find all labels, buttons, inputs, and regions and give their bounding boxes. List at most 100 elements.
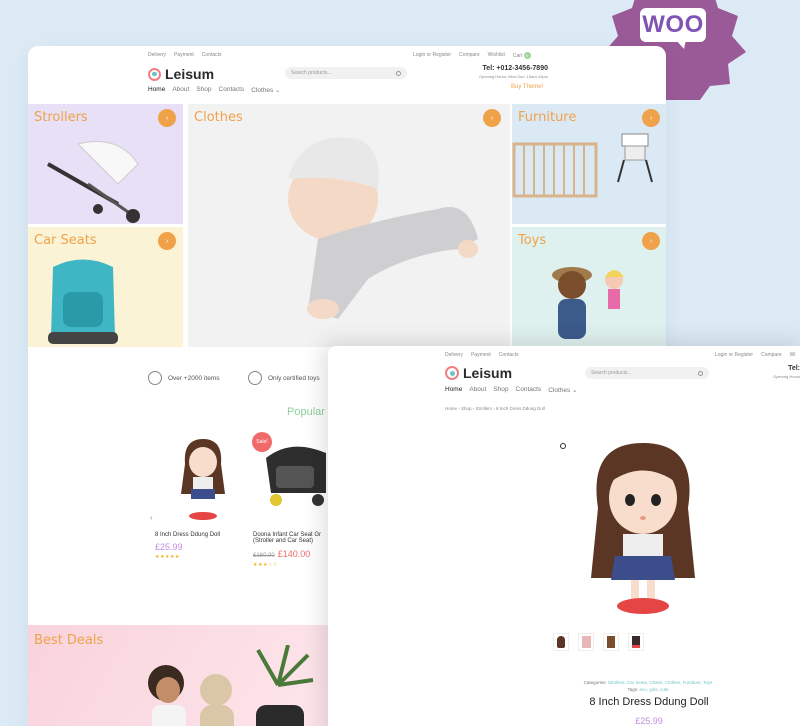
tile-furniture-arrow-icon[interactable]: › [642, 109, 660, 127]
tile-clothes[interactable]: Clothes › [188, 104, 510, 347]
tile-furniture[interactable]: Furniture › [512, 104, 666, 224]
compare-link[interactable]: Compare [761, 352, 782, 358]
phone-number: Tel: [788, 365, 800, 372]
tile-car-seats-arrow-icon[interactable]: › [158, 232, 176, 250]
logo-icon [148, 67, 161, 81]
product-categories: Categories: Strollers, Car Seats, Chairs… [518, 680, 778, 685]
doll-thumbnail[interactable] [173, 434, 233, 524]
logo[interactable]: Leisum [445, 365, 512, 381]
tile-strollers-arrow-icon[interactable]: › [158, 109, 176, 127]
best-deals-banner[interactable]: Best Deals [28, 625, 328, 726]
tile-strollers[interactable]: Strollers › [28, 104, 183, 224]
search-placeholder: Search products... [291, 70, 332, 76]
main-nav: Home About Shop Contacts Clothes ⌄ [445, 386, 578, 394]
product-title: 8 Inch Dress Ddung Doll [589, 696, 709, 708]
woo-bubble-tail [676, 40, 686, 49]
product-thumbnail[interactable] [628, 633, 644, 651]
feature-items: Over +2000 items [148, 371, 219, 385]
nav-clothes-label: Clothes [548, 387, 571, 394]
tile-clothes-arrow-icon[interactable]: › [483, 109, 501, 127]
chevron-down-icon: ⌄ [572, 387, 578, 394]
nav-contacts[interactable]: Contacts [219, 86, 245, 94]
topbar-account: Login or Register Compare Wishlist Cart … [413, 52, 531, 59]
logo-text: Leisum [463, 365, 513, 381]
search-input[interactable]: Search products... [585, 367, 709, 379]
compare-link[interactable]: Compare [459, 52, 480, 59]
wishlist-link[interactable]: Wi [790, 352, 796, 358]
search-icon[interactable] [396, 70, 401, 76]
categories-links[interactable]: Strollers, Car Seats, Chairs, Clothes, F… [608, 680, 712, 685]
nav-home[interactable]: Home [148, 86, 165, 94]
buy-theme-link[interactable]: Buy Theme! [511, 84, 543, 90]
phone-number: Tel: +012-3456-7890 [482, 65, 548, 72]
topbar-links: Delivery Payment Contacts [148, 52, 222, 58]
topbar-delivery[interactable]: Delivery [445, 352, 463, 358]
search-icon[interactable] [698, 370, 703, 376]
tile-clothes-label: Clothes [194, 110, 243, 125]
logo[interactable]: Leisum [148, 66, 214, 82]
opening-hours: Opening Hours [773, 374, 800, 379]
stroller-image [47, 141, 140, 223]
nav-about[interactable]: About [172, 86, 189, 94]
nav-home[interactable]: Home [445, 386, 462, 394]
tile-furniture-label: Furniture [518, 110, 577, 125]
or-text: or [728, 352, 734, 358]
opening-hours: Opening Hours: Mon-Sun: 10am-10pm [479, 74, 548, 79]
badge-icon [248, 371, 262, 385]
product-thumbnail[interactable] [553, 633, 569, 651]
topbar-contacts[interactable]: Contacts [499, 352, 519, 358]
nav-shop[interactable]: Shop [196, 86, 211, 94]
nav-contacts[interactable]: Contacts [516, 386, 542, 394]
login-link[interactable]: Login [413, 52, 425, 58]
feature-certified-text: Only certified toys [268, 374, 320, 382]
bear-icon [148, 371, 162, 385]
tags-label: Tags: [627, 687, 639, 692]
zoom-icon[interactable] [560, 443, 566, 449]
product-rating: ★★★☆☆ [253, 562, 278, 568]
cart-count: 0 [523, 52, 531, 59]
tags-links[interactable]: eco, girls, cute [640, 687, 669, 692]
product-thumbnail[interactable] [578, 633, 594, 651]
product-name[interactable]: Doona Infant Car Seat Gr (Stroller and C… [253, 532, 333, 544]
search-input[interactable]: Search products... [285, 67, 407, 79]
cart-label: Cart [512, 53, 523, 59]
car-seat-thumbnail[interactable] [256, 438, 331, 513]
product-rating: ★★★★★ [155, 554, 180, 560]
nav-about[interactable]: About [469, 386, 486, 394]
cart-link[interactable]: Cart 0 [513, 52, 531, 59]
product-main-image[interactable] [583, 438, 703, 618]
best-deals-image [148, 645, 314, 726]
wishlist-link[interactable]: Wishlist [488, 52, 505, 59]
tile-toys[interactable]: Toys › [512, 227, 666, 347]
categories-label: Categories: [583, 680, 607, 685]
topbar-delivery[interactable]: Delivery [148, 52, 166, 58]
nav-clothes-label: Clothes [251, 87, 274, 94]
breadcrumb[interactable]: Home › Shop › Strollers › 8 Inch Dress D… [445, 406, 545, 411]
register-link[interactable]: Register [432, 52, 451, 58]
topbar-payment[interactable]: Payment [174, 52, 194, 58]
topbar-contacts[interactable]: Contacts [202, 52, 222, 58]
product-price: £160.00 £140.00 [253, 549, 310, 559]
front-topbar-account: Login or Register Compare Wi [715, 352, 796, 358]
product-thumbnail[interactable] [603, 633, 619, 651]
furniture-image [512, 133, 653, 198]
toys-image [552, 267, 624, 339]
logo-icon [445, 366, 459, 380]
register-link[interactable]: Register [734, 352, 753, 358]
or-text: or [426, 52, 432, 58]
product-price: £25.99 [155, 542, 183, 552]
nav-shop[interactable]: Shop [493, 386, 508, 394]
carousel-prev-icon[interactable]: ‹ [150, 513, 153, 522]
feature-certified: Only certified toys [248, 371, 320, 385]
topbar-payment[interactable]: Payment [471, 352, 491, 358]
tile-toys-arrow-icon[interactable]: › [642, 232, 660, 250]
login-link[interactable]: Login [715, 352, 727, 358]
tile-car-seats[interactable]: Car Seats › [28, 227, 183, 347]
nav-clothes[interactable]: Clothes ⌄ [548, 386, 577, 394]
tile-toys-label: Toys [518, 233, 547, 248]
nav-clothes[interactable]: Clothes ⌄ [251, 86, 280, 94]
main-nav: Home About Shop Contacts Clothes ⌄ [148, 86, 281, 94]
best-deals-label: Best Deals [34, 633, 104, 648]
product-name[interactable]: 8 Inch Dress Ddung Doll [155, 532, 220, 538]
product-page-preview: Delivery Payment Contacts Login or Regis… [328, 346, 800, 726]
